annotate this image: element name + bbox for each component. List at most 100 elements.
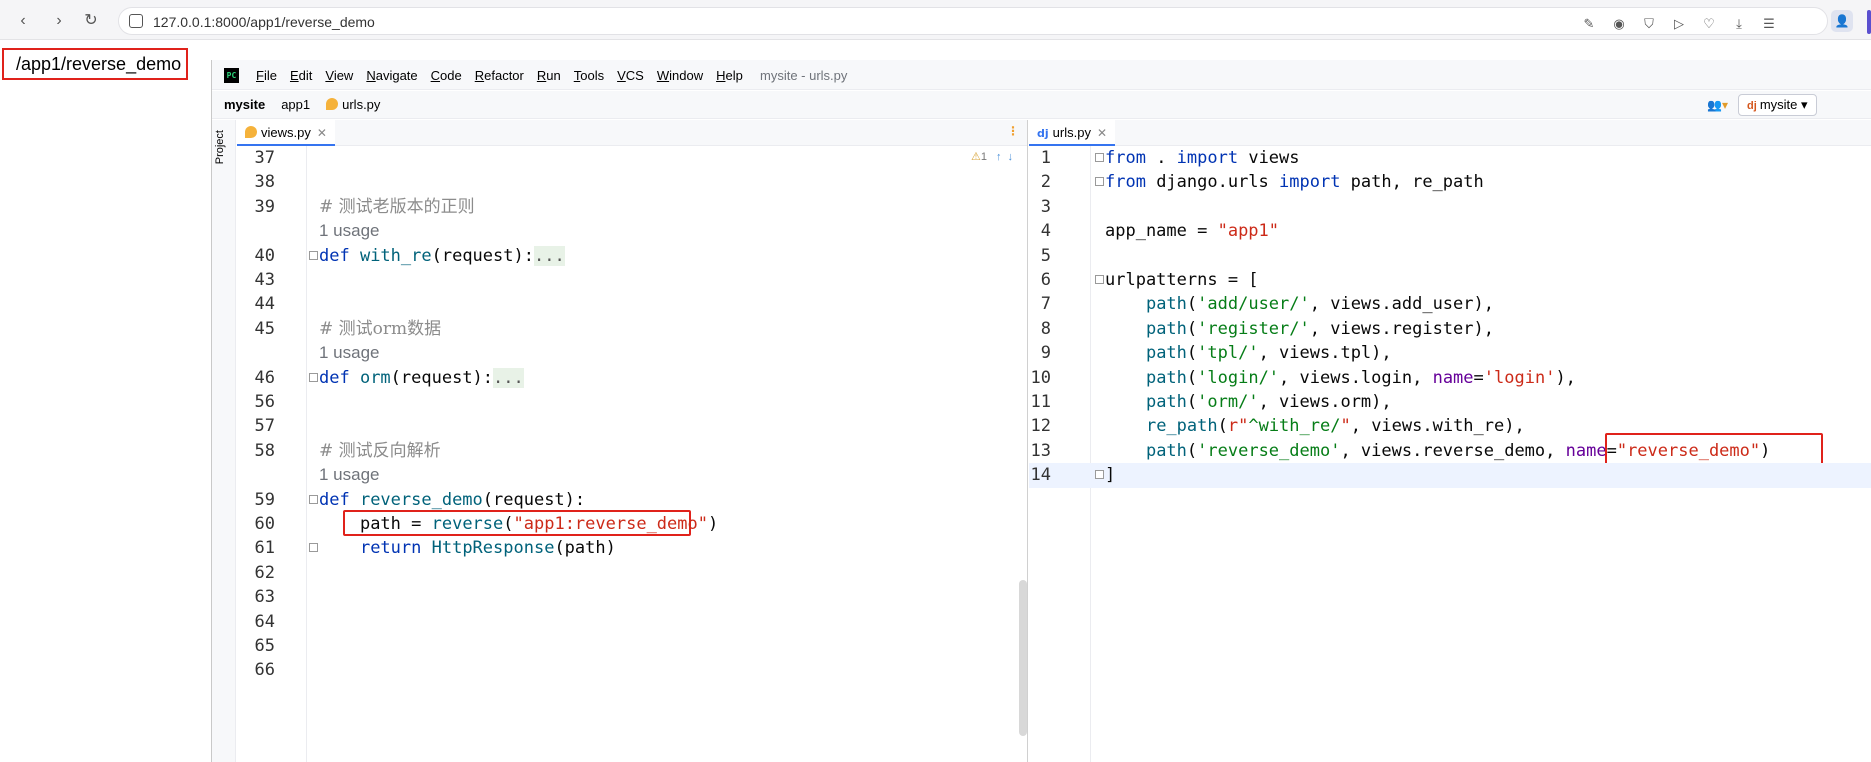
menu-edit[interactable]: Edit — [290, 68, 312, 83]
menu-tools[interactable]: Tools — [574, 68, 604, 83]
code-text: path('register/', views.register), — [1105, 317, 1494, 341]
back-icon[interactable]: ‹ — [12, 10, 34, 32]
code-text: app_name = "app1" — [1105, 219, 1279, 243]
menu-file[interactable]: File — [256, 68, 277, 83]
code-text: 1 usage — [319, 219, 380, 243]
code-line: 46 def orm(request):... — [237, 366, 1027, 390]
function-call: path — [1145, 367, 1187, 388]
profile-icon[interactable]: 👤 — [1831, 10, 1853, 32]
code-line: 1 usage — [237, 463, 1027, 487]
vertical-scrollbar[interactable] — [1019, 580, 1027, 736]
fold-toggle-icon[interactable] — [309, 250, 318, 260]
python-file-icon — [326, 98, 339, 110]
url-text[interactable]: 127.0.0.1:8000/app1/reverse_demo — [153, 14, 375, 30]
collaboration-icon[interactable]: 👥▾ — [1707, 98, 1728, 112]
navbar-actions: 👥▾ dj mysite ▾ — [1707, 94, 1817, 116]
menu-label-rest: iew — [333, 68, 354, 83]
code-line: 43 — [237, 268, 1027, 292]
editor-pane-urls[interactable]: dj urls.py ✕ 1 from . import views 2 from dja… — [1029, 120, 1871, 762]
tab-options-icon[interactable]: ⋮ — [1007, 124, 1019, 138]
fold-toggle-icon[interactable] — [1095, 177, 1104, 187]
line-number: 4 — [1040, 221, 1051, 242]
sidebar-accent — [1867, 10, 1871, 34]
code-editor-right[interactable]: 1 from . import views 2 from django.urls im… — [1029, 146, 1871, 762]
address-bar[interactable]: 127.0.0.1:8000/app1/reverse_demo ✎ ◉ ⛉ ▷… — [118, 7, 1828, 35]
string-literal: 'login/' — [1197, 367, 1280, 388]
menu-label-rest: un — [546, 68, 561, 83]
fold-toggle-icon[interactable] — [309, 543, 318, 553]
project-tool-button[interactable]: Project — [214, 130, 226, 164]
menu-run[interactable]: Run — [537, 68, 561, 83]
keyword-argument: name — [1432, 367, 1474, 388]
breadcrumb-project[interactable]: mysite — [224, 97, 265, 112]
function-call: path — [1145, 392, 1187, 412]
menu-code[interactable]: Code — [431, 68, 462, 83]
string-literal: 'register/' — [1197, 318, 1310, 339]
code-text: , views.login, — [1279, 367, 1433, 388]
code-line: 59 def reverse_demo(request): — [237, 488, 1027, 512]
edit-icon[interactable]: ✎ — [1581, 16, 1597, 32]
close-icon[interactable]: ✕ — [1097, 126, 1107, 140]
django-file-icon: dj — [1037, 127, 1049, 140]
breadcrumb-folder[interactable]: app1 — [281, 97, 310, 112]
close-icon[interactable]: ✕ — [317, 126, 327, 140]
code-text: # 测试反向解析 — [319, 439, 441, 463]
tab-views-py[interactable]: views.py ✕ — [237, 120, 335, 146]
fold-toggle-icon[interactable] — [309, 494, 318, 504]
favorite-icon[interactable]: ♡ — [1701, 16, 1717, 32]
line-number: 8 — [1040, 318, 1051, 339]
reload-icon[interactable]: ↻ — [80, 10, 102, 32]
collections-icon[interactable]: ☰ — [1761, 16, 1777, 32]
code-text: app_name = — [1105, 221, 1218, 242]
usage-hint[interactable]: 1 usage — [319, 343, 380, 362]
ide-window: PC File Edit View Navigate Code Refactor Run To… — [211, 60, 1871, 762]
code-text: path('add/user/', views.add_user), — [1105, 292, 1494, 316]
shield-icon[interactable]: ⛉ — [1641, 16, 1657, 32]
usage-hint[interactable]: 1 usage — [319, 465, 380, 484]
menu-navigate[interactable]: Navigate — [366, 68, 417, 83]
line-number: 66 — [254, 660, 275, 681]
breadcrumb-file[interactable]: urls.py — [326, 97, 380, 112]
code-text: ( — [1186, 367, 1198, 388]
code-text: # 测试老版本的正则 — [319, 195, 475, 219]
menu-view[interactable]: View — [325, 68, 353, 83]
download-icon[interactable]: ⤓ — [1731, 16, 1747, 32]
fold-toggle-icon[interactable] — [1095, 275, 1104, 284]
menu-window[interactable]: Window — [657, 68, 703, 83]
fold-toggle-icon[interactable] — [1095, 470, 1104, 480]
line-number: 11 — [1030, 392, 1051, 412]
editor-pane-views[interactable]: views.py ✕ ⋮ ⚠1 ↑ ↓ 37 38 39 # 测试老版本的正则 1 usag… — [237, 120, 1028, 762]
code-line: 37 — [237, 146, 1027, 170]
fold-toggle-icon[interactable] — [1095, 153, 1104, 162]
menu-vcs[interactable]: VCS — [617, 68, 644, 83]
page-response-text: /app1/reverse_demo — [2, 48, 188, 80]
code-line: 40 def with_re(request):... — [237, 244, 1027, 268]
folded-code[interactable]: ... — [493, 367, 524, 388]
fold-toggle-icon[interactable] — [309, 372, 318, 382]
forward-icon[interactable]: › — [48, 10, 70, 32]
line-number: 58 — [254, 440, 275, 461]
folded-code[interactable]: ... — [533, 245, 565, 266]
code-text: path('login/', views.login, name='login'… — [1105, 366, 1576, 390]
screenshot-icon[interactable]: ◉ — [1611, 16, 1627, 32]
play-icon[interactable]: ▷ — [1671, 16, 1687, 32]
code-line: 5 — [1029, 244, 1871, 268]
tab-urls-py[interactable]: dj urls.py ✕ — [1029, 120, 1116, 146]
usage-hint[interactable]: 1 usage — [319, 221, 380, 240]
menu-refactor[interactable]: Refactor — [475, 68, 524, 83]
menu-mnemonic: R — [536, 68, 547, 83]
run-configuration-dropdown[interactable]: dj mysite ▾ — [1737, 94, 1817, 116]
function-call: re_path — [1145, 416, 1218, 437]
line-number: 10 — [1030, 367, 1051, 388]
pycharm-logo-icon: PC — [224, 68, 239, 83]
code-rest: (path) — [554, 538, 616, 559]
menu-help[interactable]: Help — [716, 68, 743, 83]
site-info-icon[interactable] — [129, 14, 143, 28]
menu-label-rest: ode — [440, 68, 462, 83]
code-editor-left[interactable]: 37 38 39 # 测试老版本的正则 1 usage 40 def with_re(req… — [237, 146, 1027, 762]
